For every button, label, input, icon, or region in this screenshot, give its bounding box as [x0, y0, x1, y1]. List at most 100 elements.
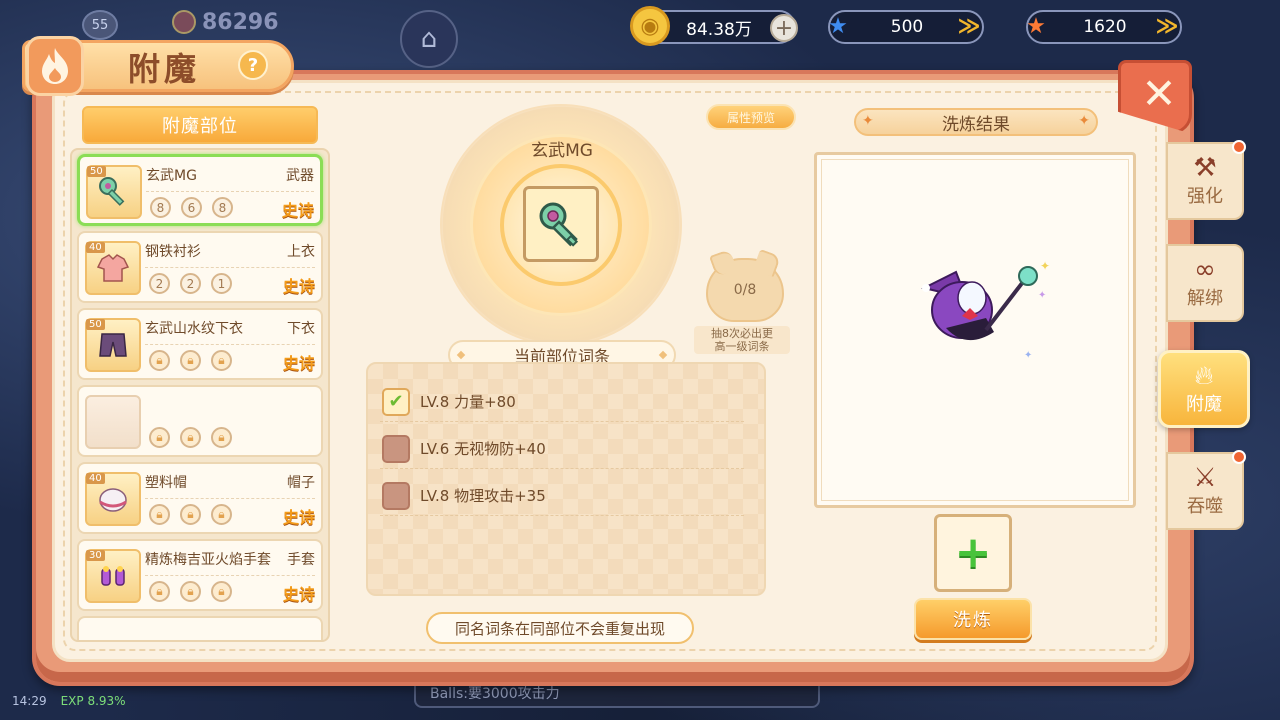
slot-item-empty[interactable]: 🔒︎ 🔒︎ 🔒︎ [77, 385, 323, 457]
item-name: 钢铁衬衫 [145, 244, 201, 260]
notification-dot [1232, 450, 1246, 464]
key-icon [539, 202, 579, 247]
divider [145, 267, 315, 268]
affix-row[interactable]: LV.6 无视物防+40 [380, 429, 744, 469]
star-icon: ✦ [1078, 113, 1090, 129]
affix-checkbox[interactable] [382, 434, 410, 463]
attribute-preview-button[interactable]: 属性预览 [706, 104, 796, 130]
affix-row[interactable]: ✔ LV.8 力量+80 [380, 382, 744, 422]
item-level: 40 [86, 242, 105, 253]
item-name: 玄武山水纹下衣 [145, 321, 243, 337]
draw-counter-badge: 0/8 [706, 258, 784, 322]
selected-equipment-tile[interactable] [523, 186, 599, 262]
duplicate-affix-note: 同名词条在同部位不会重复出现 [426, 612, 694, 644]
orange-ticket-expand-icon[interactable]: ≫ [1152, 14, 1182, 42]
draw-hint-line: 高一级词条 [714, 340, 770, 353]
close-icon: ✕ [1141, 68, 1177, 118]
add-coins-button[interactable]: + [770, 14, 798, 42]
item-name: 塑料帽 [145, 475, 187, 491]
draw-hint: 抽8次必出更 高一级词条 [694, 326, 790, 354]
affix-level-dot: 6 [181, 197, 202, 218]
combat-power: 86296 [172, 8, 279, 36]
affix-list: ✔ LV.8 力量+80 LV.6 无视物防+40 LV.8 物理攻击+35 [366, 362, 766, 596]
affix-level-dots: 🔒︎ 🔒︎ 🔒︎ [149, 504, 232, 525]
draw-hint-line: 抽8次必出更 [711, 327, 773, 340]
flame-icon: 🔥︎ [1194, 361, 1214, 391]
divider [145, 498, 315, 499]
dialog-title: 附魔 [128, 50, 201, 88]
slot-item-bottom[interactable]: 50 玄武山水纹下衣 下衣 🔒︎ 🔒︎ 🔒︎ 史诗 [77, 308, 323, 380]
rarity-label: 史诗 [281, 201, 314, 220]
item-level: 50 [86, 319, 105, 330]
coin-icon: ◉ [630, 6, 670, 46]
item-level: 30 [86, 550, 105, 561]
slot-item-partial[interactable] [77, 616, 323, 640]
add-material-button[interactable]: + [934, 514, 1012, 592]
orange-ticket-icon: ★ [1026, 13, 1046, 39]
affix-text: LV.8 力量+80 [420, 393, 516, 411]
affix-level-dots: 🔒︎ 🔒︎ 🔒︎ [149, 581, 232, 602]
lock-icon: 🔒︎ [211, 350, 232, 371]
player-level-badge[interactable]: 55 [82, 10, 118, 40]
affix-level-dot: 1 [211, 273, 232, 294]
tab-label: 吞噬 [1187, 496, 1223, 517]
slot-list[interactable]: 50 玄武MG 武器 8 6 8 史诗 40 钢铁衬衫 上衣 2 2 1 史诗 … [70, 148, 330, 642]
tab-label: 强化 [1187, 186, 1223, 207]
affix-level-dot: 2 [180, 273, 201, 294]
exp-readout: EXP 8.93% [60, 694, 126, 708]
coin-counter: ◉ 84.38万 + [630, 6, 798, 46]
orange-ticket-counter: ★ 1620 ≫ [1026, 10, 1182, 44]
tab-devour[interactable]: ⚔ 吞噬 [1166, 450, 1246, 530]
lock-icon: 🔒︎ [149, 581, 170, 602]
refine-result-title-text: 洗炼结果 [942, 114, 1010, 135]
tab-enchant[interactable]: 🔥︎ 附魔 [1158, 350, 1250, 428]
affix-level-dot: 2 [149, 273, 170, 294]
tab-strengthen[interactable]: ⚒ 强化 [1166, 140, 1246, 220]
affix-checkbox[interactable] [382, 481, 410, 510]
affix-level-dot: 8 [212, 197, 233, 218]
flame-icon [26, 36, 84, 96]
crossed-swords-icon: ⚔ [1193, 463, 1217, 493]
divider [145, 344, 315, 345]
draw-counter: 0/8 [733, 282, 757, 298]
rarity-label: 史诗 [282, 354, 315, 373]
item-level: 50 [87, 166, 106, 177]
item-slot: 帽子 [287, 475, 315, 491]
checkmark-icon: ✔ [388, 391, 404, 412]
status-line: 14:29 EXP 8.93% [12, 694, 126, 708]
lock-icon: 🔒︎ [180, 350, 201, 371]
power-gem-icon [172, 10, 196, 34]
refine-result-title: ✦ 洗炼结果 ✦ [854, 108, 1098, 136]
item-slot: 武器 [286, 168, 314, 184]
lock-icon: 🔒︎ [211, 581, 232, 602]
slot-item-gloves[interactable]: 30 精炼梅吉亚火焰手套 手套 🔒︎ 🔒︎ 🔒︎ 史诗 [77, 539, 323, 611]
affix-level-dots: 🔒︎ 🔒︎ 🔒︎ [149, 350, 232, 371]
wizard-mascot-icon: ✦ ✦ ✦ [916, 258, 1056, 368]
tab-unbind[interactable]: ∞ 解绑 [1166, 244, 1244, 322]
affix-text: LV.8 物理攻击+35 [420, 487, 546, 505]
affix-level-dots: 8 6 8 [150, 197, 233, 218]
castle-icon[interactable]: ⌂ [400, 10, 458, 68]
affix-row[interactable]: LV.8 物理攻击+35 [380, 476, 744, 516]
star-icon: ✦ [862, 113, 874, 129]
player-level: 55 [91, 17, 109, 33]
chain-icon: ∞ [1194, 255, 1216, 285]
item-slot: 手套 [287, 552, 315, 568]
item-level: 40 [86, 473, 105, 484]
slot-item-hat[interactable]: 40 塑料帽 帽子 🔒︎ 🔒︎ 🔒︎ 史诗 [77, 462, 323, 534]
refine-button[interactable]: 洗炼 [914, 598, 1032, 640]
empty-slot-icon [85, 395, 141, 449]
affix-level-dot: 8 [150, 197, 171, 218]
lock-icon: 🔒︎ [211, 504, 232, 525]
divider [145, 575, 315, 576]
item-name: 精炼梅吉亚火焰手套 [145, 552, 271, 568]
slot-item-weapon[interactable]: 50 玄武MG 武器 8 6 8 史诗 [77, 154, 323, 226]
rarity-label: 史诗 [282, 277, 315, 296]
lock-icon: 🔒︎ [180, 427, 201, 448]
slot-list-header: 附魔部位 [82, 106, 318, 144]
slot-item-top[interactable]: 40 钢铁衬衫 上衣 2 2 1 史诗 [77, 231, 323, 303]
anvil-icon: ⚒ [1193, 153, 1217, 183]
affix-checkbox[interactable]: ✔ [382, 387, 410, 416]
blue-ticket-expand-icon[interactable]: ≫ [954, 14, 984, 42]
help-button[interactable]: ? [238, 50, 268, 80]
